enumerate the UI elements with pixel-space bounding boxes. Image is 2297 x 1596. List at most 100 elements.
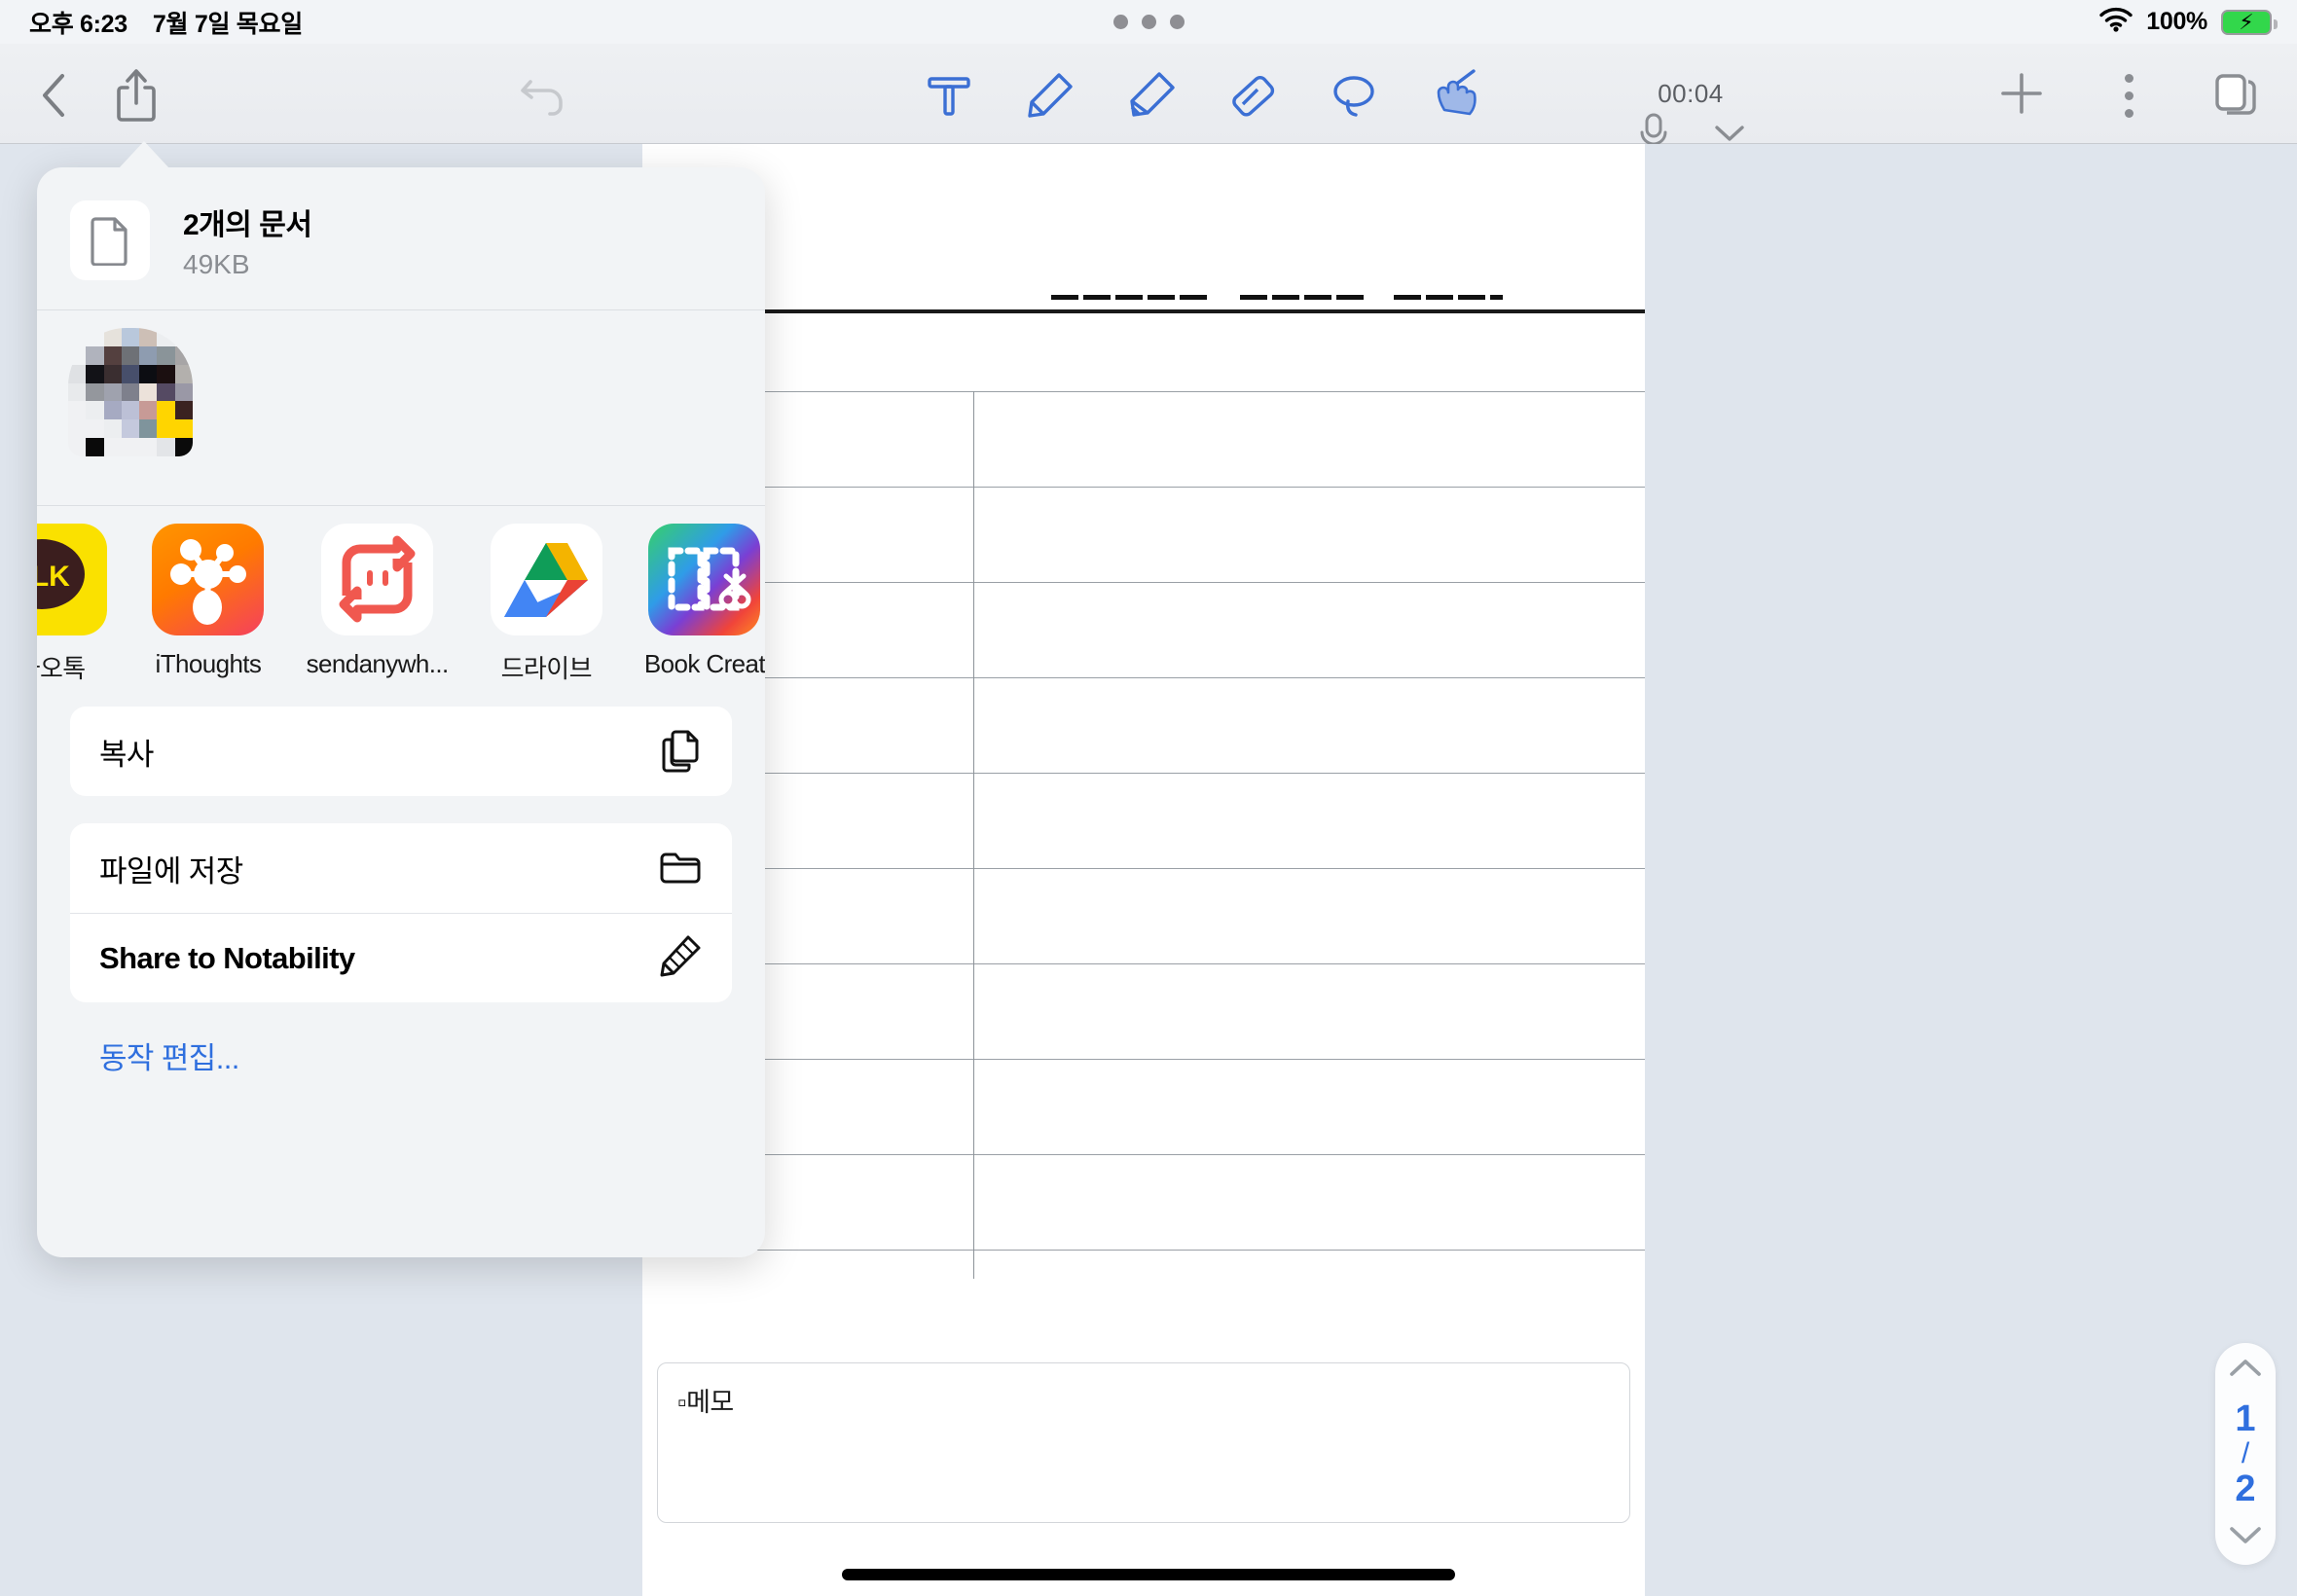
- status-bar: 오후 6:23 7월 7일 목요일 100% ⚡: [0, 0, 2297, 44]
- ruled-line: [642, 1154, 1645, 1155]
- wifi-icon: [2099, 7, 2133, 37]
- status-bar-left: 오후 6:23 7월 7일 목요일: [29, 5, 303, 40]
- app-toolbar: 00:04: [0, 44, 2297, 153]
- share-sheet-header: 2개의 문서 49KB: [37, 167, 765, 309]
- action-share-to-notability[interactable]: Share to Notability: [70, 913, 732, 1002]
- page-content: [642, 144, 1645, 1495]
- home-indicator: [842, 1569, 1455, 1580]
- share-button[interactable]: [107, 68, 165, 127]
- sendanywhere-icon: [321, 524, 434, 635]
- blank-fill-line: [1240, 295, 1365, 300]
- action-copy[interactable]: 복사: [70, 707, 732, 796]
- status-bar-right: 100% ⚡: [2099, 0, 2278, 44]
- eraser-icon: [1225, 68, 1280, 127]
- text-t-icon: [923, 69, 975, 127]
- share-sheet-popover[interactable]: 2개의 문서 49KB LK 오톡 iThoughts sendanywh...…: [37, 167, 765, 1257]
- blank-fill-line: [1394, 295, 1503, 300]
- document-icon: [70, 200, 150, 280]
- page-navigator[interactable]: 1 / 2: [2215, 1343, 2276, 1565]
- edit-actions-button[interactable]: 동작 편집...: [70, 1030, 732, 1081]
- pages-stack-icon: [2210, 68, 2261, 124]
- page-counter: 1 / 2: [2235, 1400, 2255, 1507]
- share-target-label: 카오톡: [37, 654, 86, 683]
- share-target-kakaotalk[interactable]: ALK 카오톡: [37, 524, 110, 685]
- ithoughts-icon: [152, 524, 265, 635]
- highlighter-tool[interactable]: [1117, 63, 1185, 131]
- more-options-button[interactable]: [2098, 65, 2159, 126]
- book-creator-icon: [648, 524, 761, 635]
- action-save-to-files[interactable]: 파일에 저장: [70, 823, 732, 913]
- chevron-up-icon[interactable]: [2228, 1357, 2263, 1385]
- share-target-label: sendanywh...: [306, 649, 450, 678]
- chevron-left-icon: [37, 71, 70, 125]
- google-drive-icon: [490, 524, 602, 635]
- ruled-line: [642, 582, 1645, 583]
- memo-label: ▫메모: [677, 1388, 734, 1417]
- share-target-bookcreator[interactable]: Book Creat: [644, 524, 765, 685]
- header-rule: [642, 309, 1645, 313]
- folder-icon: [658, 847, 703, 890]
- text-tool[interactable]: [915, 63, 983, 131]
- ruled-line: [642, 1059, 1645, 1060]
- lasso-tool[interactable]: [1320, 63, 1388, 131]
- share-sheet-filesize: 49KB: [183, 249, 250, 279]
- add-page-button[interactable]: [1991, 65, 2052, 126]
- share-target-sendanywhere[interactable]: sendanywh...: [307, 524, 449, 685]
- battery-percent-label: 100%: [2146, 8, 2207, 35]
- lasso-icon: [1327, 68, 1381, 127]
- action-label: 파일에 저장: [99, 853, 243, 889]
- pages-panel-button[interactable]: [2206, 65, 2266, 126]
- undo-button[interactable]: [516, 71, 568, 124]
- share-target-label: Book Creat: [643, 649, 765, 678]
- ruled-line: [642, 487, 1645, 488]
- hand-pointer-icon: [1427, 67, 1483, 128]
- share-preview-area: [37, 310, 765, 505]
- memo-box[interactable]: ▫메모: [657, 1362, 1630, 1523]
- blurred-thumbnail-preview: [68, 328, 193, 456]
- share-up-arrow-icon: [113, 66, 160, 129]
- plus-icon: [1997, 69, 2046, 123]
- svg-text:ALK: ALK: [37, 561, 70, 593]
- ruled-line: [642, 868, 1645, 869]
- toolbar-right-actions: [1991, 65, 2266, 126]
- ruled-line: [642, 1250, 1645, 1251]
- share-sheet-title-block: 2개의 문서 49KB: [183, 200, 312, 280]
- multitask-dots-icon[interactable]: [1112, 15, 1185, 29]
- total-page-number: 2: [2235, 1469, 2256, 1509]
- status-bar-date: 7월 7일 목요일: [152, 10, 303, 38]
- copy-doc-on-doc-icon: [660, 726, 703, 778]
- ruled-line: [642, 963, 1645, 964]
- eraser-tool[interactable]: [1219, 63, 1287, 131]
- recording-time: 00:04: [1658, 79, 1724, 108]
- pen-icon: [1023, 68, 1077, 127]
- current-page-number: 1: [2235, 1398, 2256, 1439]
- highlighter-icon: [1124, 68, 1179, 127]
- hand-tool[interactable]: [1421, 63, 1489, 131]
- blank-fill-line: [1051, 295, 1211, 300]
- action-label: Share to Notability: [99, 940, 355, 975]
- chevron-down-icon[interactable]: [2228, 1523, 2263, 1551]
- share-actions: 복사 파일에 저장 Share to Notability 동작 편집...: [37, 707, 765, 1081]
- share-target-label: iThoughts: [155, 649, 262, 678]
- share-target-ithoughts[interactable]: iThoughts: [149, 524, 267, 685]
- pen-tool[interactable]: [1016, 63, 1084, 131]
- action-group-copy: 복사: [70, 707, 732, 796]
- drawing-tools: [915, 63, 1489, 131]
- note-page[interactable]: [642, 144, 1645, 1495]
- undo-arrow-icon: [517, 73, 567, 123]
- pencil-icon: [658, 933, 703, 983]
- share-target-drive[interactable]: 드라이브: [488, 524, 605, 685]
- back-button[interactable]: [29, 73, 78, 122]
- kebab-menu-icon: [2124, 73, 2133, 118]
- share-sheet-title: 2개의 문서: [183, 209, 312, 241]
- share-target-label: 드라이브: [500, 654, 593, 683]
- ruled-line: [642, 391, 1645, 392]
- ruled-line: [642, 677, 1645, 678]
- kakaotalk-icon: ALK: [37, 524, 108, 635]
- page-separator: /: [2241, 1437, 2250, 1469]
- action-group-save-share: 파일에 저장 Share to Notability: [70, 823, 732, 1002]
- status-bar-time: 오후 6:23: [29, 10, 128, 38]
- column-divider: [973, 391, 974, 1279]
- share-app-row: ALK 카오톡 iThoughts: [37, 506, 765, 707]
- battery-charging-icon: ⚡: [2221, 9, 2278, 35]
